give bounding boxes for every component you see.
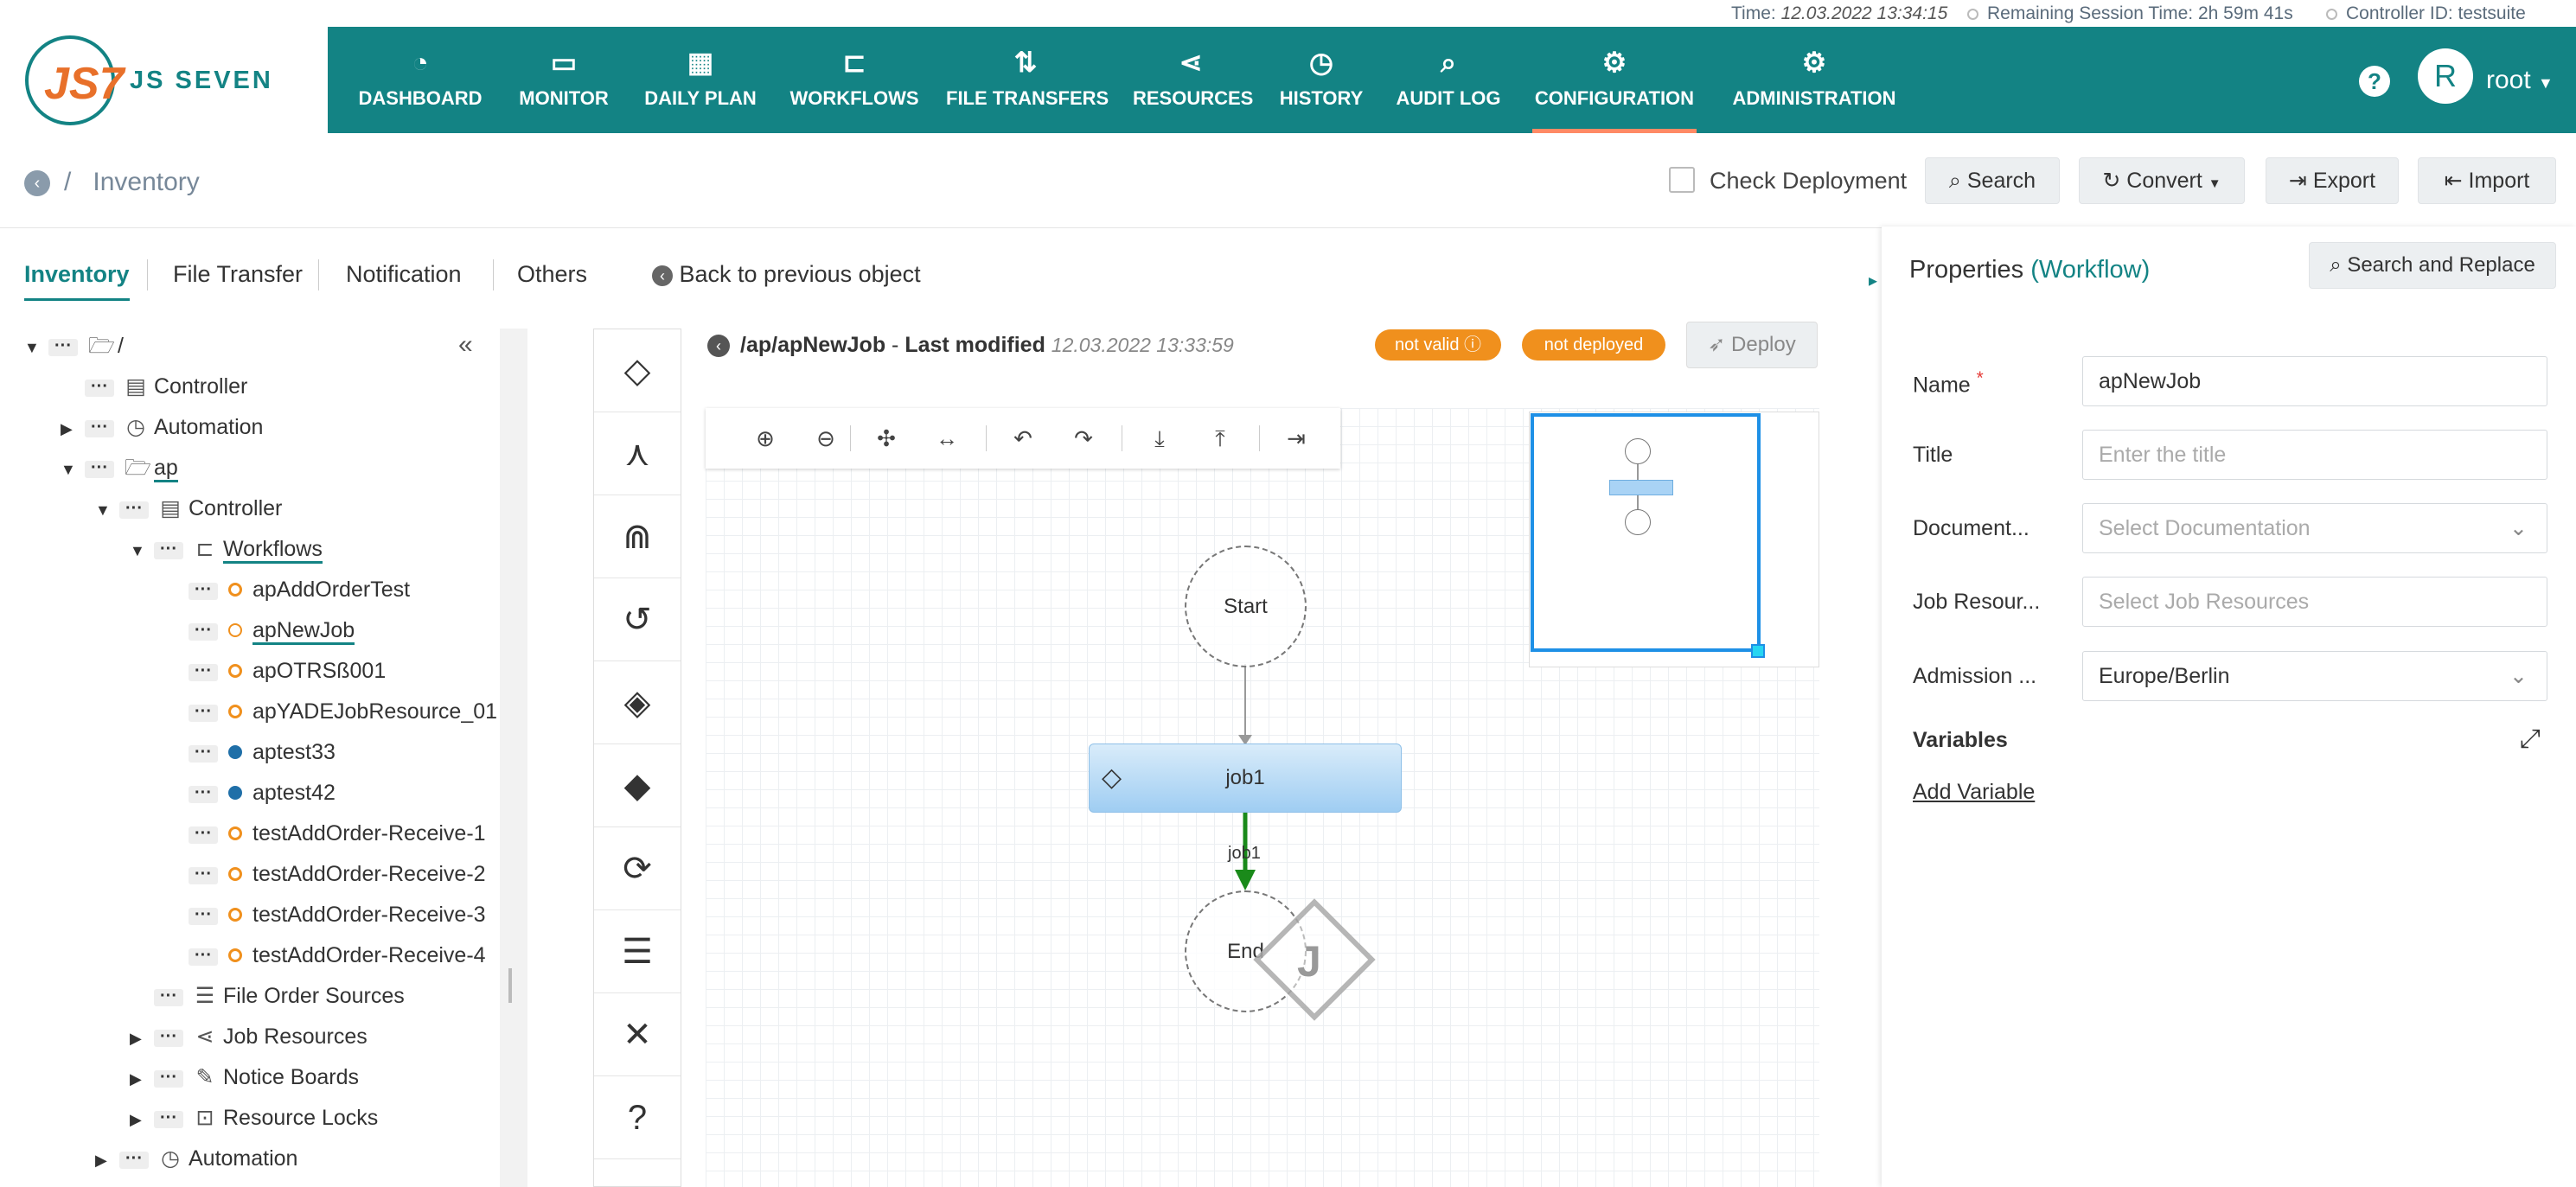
start-node[interactable]: Start [1185,546,1307,667]
name-label: Name * [1913,368,1984,398]
properties-type: (Workflow) [2030,256,2151,284]
required-mark: * [1976,368,1984,388]
collapse-panel-icon[interactable]: ▸ [1863,259,1883,303]
properties-panel: Properties (Workflow) ⌕ Search and Repla… [1882,227,2576,1187]
documentation-placeholder: Select Documentation [2099,516,2311,540]
job-label: job1 [1225,766,1265,789]
job-resources-label: Job Resour... [1913,590,2041,614]
search-and-replace-button[interactable]: ⌕ Search and Replace [2309,242,2556,289]
search-replace-label: Search and Replace [2347,253,2535,277]
drag-ghost-glyph: J [1297,937,1321,986]
edge-label: job1 [1228,844,1261,863]
job-resources-select[interactable]: Select Job Resources [2082,577,2547,627]
name-label-text: Name [1913,373,1971,398]
chevron-down-icon: ⌄ [2509,664,2528,688]
add-variable-link[interactable]: Add Variable [1913,780,2035,805]
admission-label: Admission ... [1913,664,2037,688]
properties-heading: Properties [1909,256,2024,284]
title-field[interactable]: Enter the title [2082,430,2547,480]
variables-label: Variables [1913,728,2008,752]
admission-value: Europe/Berlin [2099,664,2230,688]
documentation-label: Document... [1913,516,2029,540]
job-icon: ◇ [1102,763,1122,792]
search-icon: ⌕ [2330,253,2342,277]
edge-arrow [1235,870,1256,890]
properties-title: Properties (Workflow) [1909,256,2150,284]
minimap-viewport[interactable] [1531,413,1761,652]
minimap-resize-handle[interactable] [1751,644,1765,658]
admission-timezone-select[interactable]: Europe/Berlin ⌄ [2082,651,2547,701]
title-label: Title [1913,443,1953,467]
expand-icon[interactable]: ⤢ [2520,724,2541,754]
chevron-down-icon: ⌄ [2509,516,2528,540]
name-field[interactable]: apNewJob [2082,356,2547,406]
job-node[interactable]: ◇ job1 [1089,743,1402,813]
documentation-select[interactable]: Select Documentation ⌄ [2082,503,2547,553]
